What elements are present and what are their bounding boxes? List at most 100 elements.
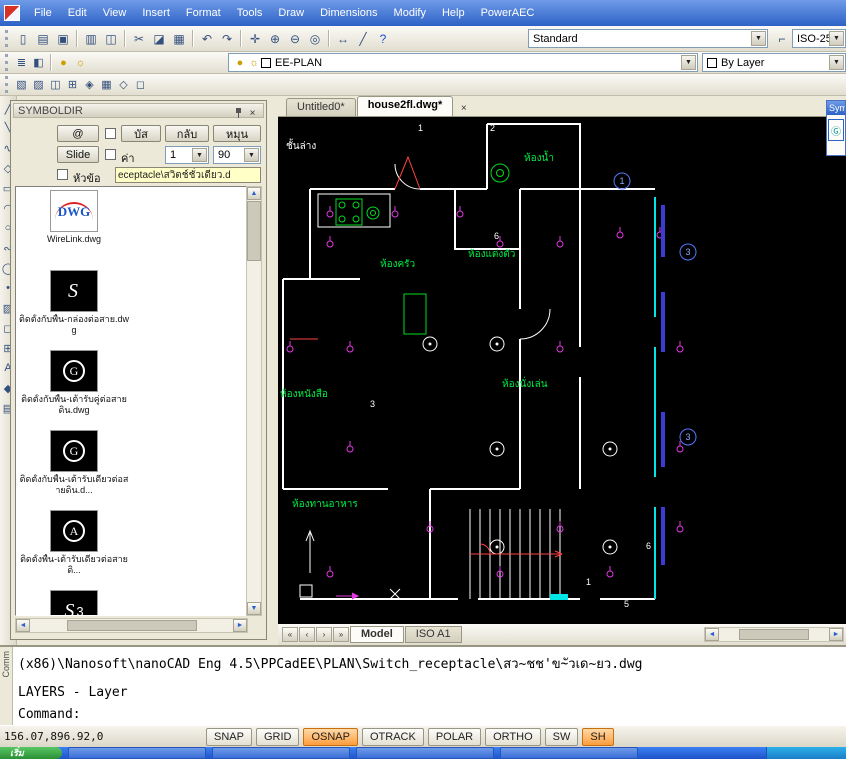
menu-modify[interactable]: Modify xyxy=(386,5,434,21)
chevron-down-icon[interactable]: ▼ xyxy=(751,31,766,46)
scrollbar-thumb[interactable] xyxy=(66,620,197,631)
draw-order-icon[interactable]: ▧ xyxy=(13,76,30,93)
symbol-path-input[interactable] xyxy=(115,167,261,183)
scale-combo[interactable]: 1 ▼ xyxy=(165,146,209,164)
menu-insert[interactable]: Insert xyxy=(134,5,178,21)
taskbar-button[interactable] xyxy=(356,747,494,759)
horizontal-scrollbar[interactable]: ◄ ► xyxy=(15,618,248,633)
command-line-area[interactable]: Comm (x86)\Nanosoft\nanoCAD Eng 4.5\PPCa… xyxy=(0,645,846,727)
grid-display-icon[interactable]: ◈ xyxy=(81,76,98,93)
bus-button[interactable]: บัส xyxy=(121,125,161,142)
chevron-down-icon[interactable]: ▼ xyxy=(192,148,207,162)
chevron-down-icon[interactable]: ▼ xyxy=(681,55,696,70)
ortho-icon[interactable]: ▦ xyxy=(98,76,115,93)
scroll-down-icon[interactable]: ▼ xyxy=(247,602,261,615)
receptacle-symbol-icon[interactable]: Ⓖ xyxy=(828,119,844,141)
command-prompt[interactable]: Command: xyxy=(18,707,81,722)
print-preview-icon[interactable]: ◫ xyxy=(101,29,121,48)
close-doc-icon[interactable]: × xyxy=(458,103,469,114)
doc-tab-house2fl[interactable]: house2fl.dwg* xyxy=(356,96,454,116)
otrack-toggle[interactable]: OTRACK xyxy=(361,727,424,746)
chevron-down-icon[interactable]: ▼ xyxy=(829,31,844,46)
canvas-horizontal-scrollbar[interactable]: ◄ ► xyxy=(704,627,844,642)
open-file-icon[interactable]: ▤ xyxy=(33,29,53,48)
grid-toggle[interactable]: GRID xyxy=(255,727,300,746)
flip-button[interactable]: กลับ xyxy=(165,125,209,142)
pin-icon[interactable] xyxy=(234,108,243,119)
chevron-down-icon[interactable]: ▼ xyxy=(244,148,259,162)
save-icon[interactable]: ▣ xyxy=(53,29,73,48)
menu-dimensions[interactable]: Dimensions xyxy=(312,5,385,21)
close-icon[interactable]: × xyxy=(247,108,258,119)
value-checkbox[interactable] xyxy=(105,149,116,160)
menu-tools[interactable]: Tools xyxy=(229,5,271,21)
last-layout-icon[interactable]: » xyxy=(333,627,349,642)
layers-icon[interactable]: ≣ xyxy=(13,54,30,71)
zoom-out-icon[interactable]: ⊖ xyxy=(285,29,305,48)
link-icon[interactable]: ↔ xyxy=(333,29,353,48)
menu-edit[interactable]: Edit xyxy=(60,5,95,21)
redo-icon[interactable]: ↷ xyxy=(217,29,237,48)
color-combo[interactable]: By Layer ▼ xyxy=(702,53,846,72)
toolbar-grip[interactable] xyxy=(5,30,10,47)
taskbar-button[interactable] xyxy=(500,747,638,759)
tab-iso-a1[interactable]: ISO A1 xyxy=(404,626,462,643)
pencil-icon[interactable]: ╱ xyxy=(353,29,373,48)
match-properties-icon[interactable]: ◫ xyxy=(47,76,64,93)
polar-icon[interactable]: ◇ xyxy=(115,76,132,93)
scrollbar-thumb[interactable] xyxy=(247,201,261,261)
lightbulb-icon[interactable]: ● xyxy=(55,54,72,71)
scroll-left-icon[interactable]: ◄ xyxy=(16,619,30,632)
rotate-button[interactable]: หมุน xyxy=(213,125,261,142)
sw-toggle[interactable]: SW xyxy=(544,727,579,746)
first-layout-icon[interactable]: « xyxy=(282,627,298,642)
copy-icon[interactable]: ◪ xyxy=(149,29,169,48)
at-button[interactable]: @ xyxy=(57,125,99,142)
prev-layout-icon[interactable]: ‹ xyxy=(299,627,315,642)
selection-icon[interactable]: ◻ xyxy=(132,76,149,93)
pan-icon[interactable]: ✛ xyxy=(245,29,265,48)
dimension-style-icon[interactable]: ⌐ xyxy=(772,29,792,48)
cut-icon[interactable]: ✂ xyxy=(129,29,149,48)
zoom-in-icon[interactable]: ⊕ xyxy=(265,29,285,48)
sym-mini-panel[interactable]: Sym Ⓖ xyxy=(826,100,846,156)
sun-icon[interactable]: ☼ xyxy=(72,54,89,71)
symbol-item[interactable]: G ติดตั้งกับพื้น-เต้ารับคู่ต่อสายดิน.dwg xyxy=(16,347,132,427)
command-panel-handle[interactable]: Comm xyxy=(0,647,13,727)
object-snap-icon[interactable]: ⊞ xyxy=(64,76,81,93)
sh-toggle[interactable]: SH xyxy=(582,727,614,746)
menu-poweraec[interactable]: PowerAEC xyxy=(473,5,543,21)
ortho-toggle[interactable]: ORTHO xyxy=(485,727,541,746)
menu-help[interactable]: Help xyxy=(434,5,473,21)
scroll-up-icon[interactable]: ▲ xyxy=(247,187,261,200)
symbol-item[interactable]: G ติดตั้งกับพื้น-เต้ารับเดียวต่อสายดิน.d… xyxy=(16,427,132,507)
symbol-item[interactable]: S ติดตั้งกับพื้น-กล่องต่อสาย.dwg xyxy=(16,267,132,347)
slide-button[interactable]: Slide xyxy=(57,146,99,163)
undo-icon[interactable]: ↶ xyxy=(197,29,217,48)
symbol-item[interactable]: S3 สวิตช์สามทาง.dwg xyxy=(16,587,132,615)
scroll-left-icon[interactable]: ◄ xyxy=(705,628,719,641)
tab-model[interactable]: Model xyxy=(350,626,404,643)
taskbar-button[interactable] xyxy=(212,747,350,759)
doc-tab-untitled[interactable]: Untitled0* xyxy=(286,98,356,116)
taskbar-button[interactable] xyxy=(68,747,206,759)
scroll-right-icon[interactable]: ► xyxy=(829,628,843,641)
dimstyle-combo[interactable]: ISO-25 ▼ xyxy=(792,29,846,48)
layer-states-icon[interactable]: ◧ xyxy=(30,54,47,71)
vertical-scrollbar[interactable]: ▲ ▼ xyxy=(246,186,262,616)
menu-format[interactable]: Format xyxy=(178,5,229,21)
plot-icon[interactable]: ▥ xyxy=(81,29,101,48)
toolbar-grip[interactable] xyxy=(5,76,10,93)
scroll-right-icon[interactable]: ► xyxy=(233,619,247,632)
zoom-window-icon[interactable]: ◎ xyxy=(305,29,325,48)
new-file-icon[interactable]: ▯ xyxy=(13,29,33,48)
next-layout-icon[interactable]: › xyxy=(316,627,332,642)
menu-view[interactable]: View xyxy=(95,5,135,21)
symboldir-titlebar[interactable]: SYMBOLDIR × xyxy=(13,103,264,119)
scrollbar-thumb[interactable] xyxy=(739,629,809,640)
angle-combo[interactable]: 90 ▼ xyxy=(213,146,261,164)
menu-draw[interactable]: Draw xyxy=(270,5,312,21)
symbol-item[interactable]: DWG WireLink.dwg xyxy=(16,187,132,267)
osnap-toggle[interactable]: OSNAP xyxy=(303,727,358,746)
layer-combo[interactable]: ● ☼ EE-PLAN ▼ xyxy=(228,53,698,72)
